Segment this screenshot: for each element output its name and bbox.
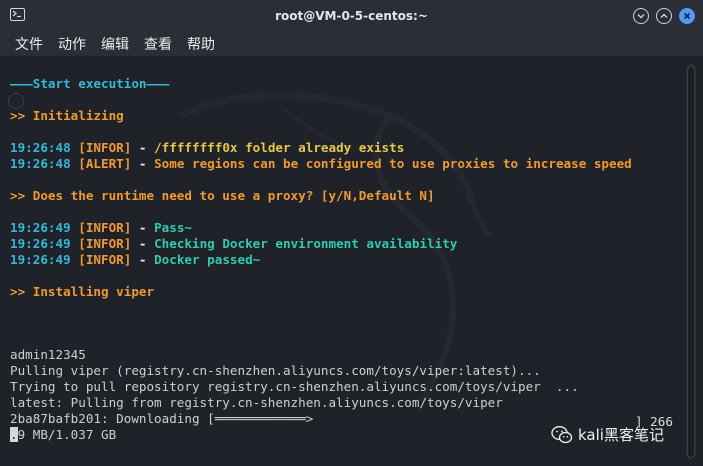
scrollbar-thumb[interactable] <box>687 66 695 458</box>
initializing-line: >> Initializing <box>10 108 124 123</box>
proxy-question-line: >> Does the runtime need to use a proxy?… <box>10 188 435 203</box>
close-icon <box>683 12 691 20</box>
terminal-cursor: . <box>10 427 18 442</box>
download-label: 2ba87bafb201: Downloading [ <box>10 411 215 426</box>
log-time: 19:26:48 <box>10 140 71 155</box>
terminal-icon <box>10 8 25 21</box>
menu-edit[interactable]: 编辑 <box>101 34 129 54</box>
start-execution-line: ———Start execution——— <box>10 76 170 91</box>
terminal-window: root@VM-0-5-centos:~ 文件 动作 编辑 查看 帮助 ———S… <box>0 0 703 466</box>
log-line: 19:26:48 [INFOR] - /ffffffff0x folder al… <box>10 140 404 156</box>
log-tag: [INFOR] <box>78 236 132 251</box>
title-bar: root@VM-0-5-centos:~ <box>0 0 703 32</box>
watermark-text: kali黑客笔记 <box>578 426 664 444</box>
maximize-button[interactable] <box>656 8 672 24</box>
menu-action[interactable]: 动作 <box>58 34 86 54</box>
menu-view[interactable]: 查看 <box>144 34 172 54</box>
log-time: 19:26:49 <box>10 252 71 267</box>
log-line: 19:26:49 [INFOR] - Checking Docker envir… <box>10 236 457 252</box>
output-line: Trying to pull repository registry.cn-sh… <box>10 379 579 394</box>
output-line: admin12345 <box>10 347 86 362</box>
menu-bar: 文件 动作 编辑 查看 帮助 <box>0 32 703 56</box>
log-line: 19:26:49 [INFOR] - Docker passed~ <box>10 252 260 268</box>
log-message: /ffffffff0x folder already exists <box>154 140 405 155</box>
log-separator: - <box>131 220 155 235</box>
log-line: 19:26:49 [INFOR] - Pass~ <box>10 220 192 236</box>
log-separator: - <box>131 252 155 267</box>
download-progress-bar: ════════════> <box>214 411 314 426</box>
chevron-down-icon <box>637 14 645 19</box>
download-progress-line: 2ba87bafb201: Downloading [════════════> <box>10 411 313 427</box>
output-line: Pulling viper (registry.cn-shenzhen.aliy… <box>10 363 541 378</box>
log-message: Docker passed~ <box>154 252 261 267</box>
log-line: 19:26:48 [ALERT] - Some regions can be c… <box>10 156 632 172</box>
download-size-line: .9 MB/1.037 GB <box>10 427 116 443</box>
log-tag: [INFOR] <box>78 140 132 155</box>
download-size: 9 MB/1.037 GB <box>17 427 117 442</box>
log-separator: - <box>131 140 155 155</box>
close-button[interactable] <box>679 8 695 24</box>
background-circle-decoration <box>8 93 24 109</box>
log-time: 19:26:49 <box>10 220 71 235</box>
log-message: Checking Docker environment availability <box>154 236 458 251</box>
log-tag: [INFOR] <box>78 220 132 235</box>
watermark: kali黑客笔记 <box>551 424 664 445</box>
output-line: latest: Pulling from registry.cn-shenzhe… <box>10 395 503 410</box>
minimize-button[interactable] <box>633 8 649 24</box>
log-separator: - <box>131 156 155 171</box>
menu-help[interactable]: 帮助 <box>187 34 215 54</box>
chevron-up-icon <box>660 13 668 18</box>
log-separator: - <box>131 236 155 251</box>
log-message: Some regions can be configured to use pr… <box>154 156 632 171</box>
menu-file[interactable]: 文件 <box>15 34 43 54</box>
window-title: root@VM-0-5-centos:~ <box>275 9 428 23</box>
wechat-icon <box>551 425 573 443</box>
terminal-output[interactable]: ———Start execution——— >> Initializing 19… <box>0 56 703 466</box>
installing-line: >> Installing viper <box>10 284 155 299</box>
log-tag: [INFOR] <box>78 252 132 267</box>
log-message: Pass~ <box>154 220 193 235</box>
log-tag: [ALERT] <box>78 156 132 171</box>
log-time: 19:26:48 <box>10 156 71 171</box>
log-time: 19:26:49 <box>10 236 71 251</box>
